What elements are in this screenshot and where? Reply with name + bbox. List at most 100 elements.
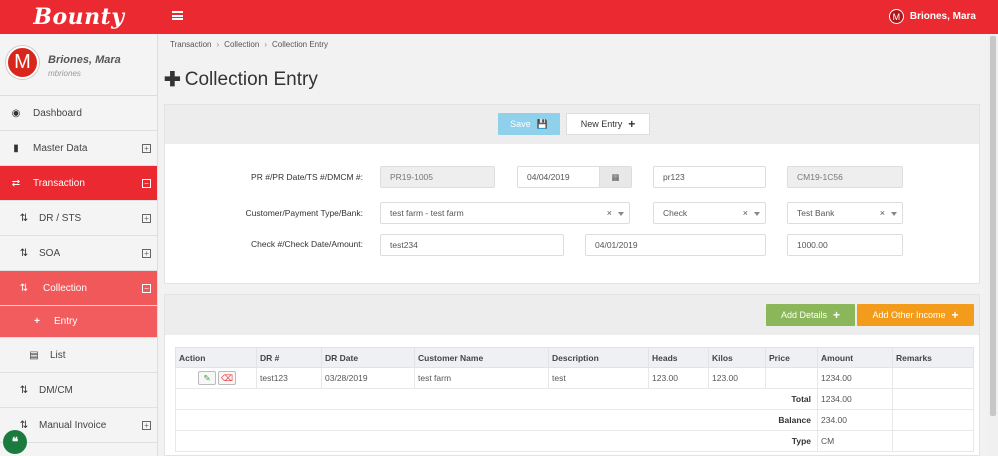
collapse-icon[interactable]: − bbox=[142, 178, 151, 188]
sidebar-item-label: Manual Invoice bbox=[39, 419, 107, 431]
plus-icon: + bbox=[34, 316, 40, 327]
plus-icon: ✚ bbox=[164, 69, 181, 91]
retweet-icon: ⇅ bbox=[19, 212, 29, 224]
chevron-down-icon[interactable] bbox=[618, 212, 624, 216]
retweet-icon: ⇅ bbox=[19, 384, 29, 396]
floppy-disk-icon: 💾 bbox=[536, 118, 548, 129]
sidebar: M Briones, Mara mbriones ◉ Dashboard ▮ M… bbox=[0, 34, 158, 456]
save-button[interactable]: Save 💾 bbox=[498, 113, 560, 135]
sidebar-item-dashboard[interactable]: ◉ Dashboard bbox=[0, 96, 157, 131]
breadcrumb-item[interactable]: Collection bbox=[224, 40, 259, 49]
bank-value: Test Bank bbox=[797, 208, 835, 218]
sidebar-item-label: DR / STS bbox=[39, 212, 82, 224]
sidebar-item-collection[interactable]: ⇅ Collection − bbox=[0, 271, 157, 306]
top-navbar: Bounty M Briones, Mara bbox=[0, 0, 998, 34]
table-cell: test farm bbox=[414, 367, 549, 389]
column-header: Action bbox=[175, 347, 257, 368]
clear-icon[interactable]: × bbox=[607, 208, 612, 218]
profile-name: Briones, Mara bbox=[48, 54, 121, 66]
column-header: Amount bbox=[817, 347, 893, 368]
sidebar-item-dm-cm[interactable]: ⇅ DM/CM bbox=[0, 373, 157, 408]
list-icon: ▤ bbox=[29, 349, 39, 361]
table-cell bbox=[765, 367, 818, 389]
chat-icon[interactable]: ❝ bbox=[3, 430, 27, 454]
check-date-field[interactable]: 04/01/2019 bbox=[585, 234, 766, 256]
clear-icon[interactable]: × bbox=[880, 208, 885, 218]
customer-row-label: Customer/Payment Type/Bank: bbox=[245, 208, 363, 218]
customer-value: test farm - test farm bbox=[390, 208, 464, 218]
sidebar-item-label: Transaction bbox=[33, 177, 85, 189]
chevron-down-icon[interactable] bbox=[891, 212, 897, 216]
table-header-row: Action DR # DR Date Customer Name Descri… bbox=[175, 347, 974, 368]
action-cell: ✎ ⌫ bbox=[175, 367, 257, 389]
user-avatar-icon: M bbox=[888, 9, 904, 24]
dashboard-icon: ◉ bbox=[11, 107, 21, 119]
pr-date-field[interactable]: 04/04/2019 ▦ bbox=[517, 166, 632, 188]
check-number-field[interactable]: test234 bbox=[380, 234, 564, 256]
chevron-down-icon[interactable] bbox=[754, 212, 760, 216]
add-details-button[interactable]: Add Details + bbox=[766, 304, 855, 326]
column-header: Price bbox=[765, 347, 818, 368]
add-other-income-label: Add Other Income bbox=[872, 310, 946, 320]
trash-icon[interactable]: ⌫ bbox=[218, 371, 236, 385]
brand-logo[interactable]: Bounty bbox=[0, 0, 158, 34]
sidebar-item-transaction[interactable]: ⇄ Transaction − bbox=[0, 166, 157, 201]
expand-icon[interactable]: + bbox=[142, 213, 151, 223]
exchange-icon: ⇄ bbox=[11, 177, 21, 189]
pr-number-field[interactable]: PR19-1005 bbox=[380, 166, 495, 188]
bank-select[interactable]: Test Bank × bbox=[787, 202, 903, 224]
sidebar-item-soa[interactable]: ⇅ SOA + bbox=[0, 236, 157, 271]
details-toolbar: Add Details + Add Other Income + bbox=[165, 295, 979, 335]
table-cell bbox=[892, 367, 974, 389]
user-name: Briones, Mara bbox=[909, 11, 976, 22]
calendar-icon[interactable]: ▦ bbox=[599, 167, 631, 187]
page-title-text: Collection Entry bbox=[184, 68, 318, 90]
table-cell bbox=[892, 409, 974, 431]
column-header: Customer Name bbox=[414, 347, 549, 368]
table-cell: test bbox=[548, 367, 649, 389]
customer-select[interactable]: test farm - test farm × bbox=[380, 202, 630, 224]
plus-icon: + bbox=[951, 308, 959, 322]
column-header: Description bbox=[548, 347, 649, 368]
add-details-label: Add Details bbox=[780, 310, 827, 320]
new-entry-label: New Entry bbox=[580, 119, 623, 129]
ts-number-field[interactable]: pr123 bbox=[653, 166, 766, 188]
dmcm-number-field[interactable]: CM19-1C56 bbox=[787, 166, 903, 188]
expand-icon[interactable]: + bbox=[142, 420, 151, 430]
edit-pencil-icon[interactable]: ✎ bbox=[198, 371, 216, 385]
sidebar-item-master-data[interactable]: ▮ Master Data + bbox=[0, 131, 157, 166]
collapse-icon[interactable]: − bbox=[142, 283, 151, 293]
total-value: 1234.00 bbox=[817, 388, 893, 410]
type-label: Type bbox=[175, 430, 818, 452]
add-other-income-button[interactable]: Add Other Income + bbox=[857, 304, 974, 326]
table-cell bbox=[892, 388, 974, 410]
table-row: ✎ ⌫ test123 03/28/2019 test farm test 123… bbox=[175, 367, 974, 389]
total-row: Total 1234.00 bbox=[175, 388, 974, 410]
avatar: M bbox=[6, 46, 39, 79]
sidebar-item-label: Entry bbox=[54, 316, 78, 327]
sidebar-item-entry[interactable]: + Entry bbox=[0, 306, 157, 338]
check-row-label: Check #/Check Date/Amount: bbox=[251, 239, 363, 249]
expand-icon[interactable]: + bbox=[142, 143, 151, 153]
entry-form-panel: Save 💾 New Entry + PR #/PR Date/TS #/DMC… bbox=[164, 104, 980, 284]
user-profile: M Briones, Mara mbriones bbox=[0, 34, 157, 96]
menu-toggle-icon[interactable] bbox=[172, 11, 183, 20]
balance-label: Balance bbox=[175, 409, 818, 431]
page-title: ✚ Collection Entry bbox=[164, 67, 318, 92]
breadcrumb-item[interactable]: Transaction bbox=[170, 40, 212, 49]
sidebar-item-dr-sts[interactable]: ⇅ DR / STS + bbox=[0, 201, 157, 236]
balance-value: 234.00 bbox=[817, 409, 893, 431]
expand-icon[interactable]: + bbox=[142, 248, 151, 258]
amount-field[interactable]: 1000.00 bbox=[787, 234, 903, 256]
payment-type-select[interactable]: Check × bbox=[653, 202, 766, 224]
scrollbar-thumb[interactable] bbox=[990, 36, 996, 416]
column-header: DR Date bbox=[321, 347, 415, 368]
sidebar-item-list[interactable]: ▤ List bbox=[0, 338, 157, 373]
new-entry-button[interactable]: New Entry + bbox=[566, 113, 650, 135]
clear-icon[interactable]: × bbox=[743, 208, 748, 218]
payment-type-value: Check bbox=[663, 208, 688, 218]
pr-row-label: PR #/PR Date/TS #/DMCM #: bbox=[251, 172, 363, 182]
page-scrollbar[interactable] bbox=[988, 34, 998, 456]
retweet-icon: ⇅ bbox=[19, 419, 29, 431]
user-menu[interactable]: M Briones, Mara bbox=[888, 9, 976, 24]
